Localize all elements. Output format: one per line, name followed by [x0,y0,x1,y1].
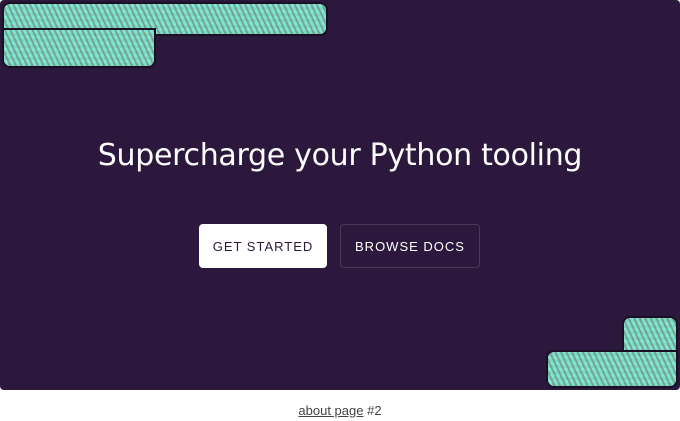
get-started-button[interactable]: GET STARTED [199,224,327,268]
decorative-pattern-top-left-lower [4,30,154,66]
browse-docs-button[interactable]: BROWSE DOCS [340,224,480,268]
page-number: #2 [367,403,382,418]
hero-title: Supercharge your Python tooling [97,138,583,173]
footer-caption: about page #2 [0,403,680,418]
decorative-pattern-bottom-right [548,352,676,386]
hero-banner: Supercharge your Python tooling GET STAR… [0,0,680,390]
about-page-link[interactable]: about page [298,403,363,418]
